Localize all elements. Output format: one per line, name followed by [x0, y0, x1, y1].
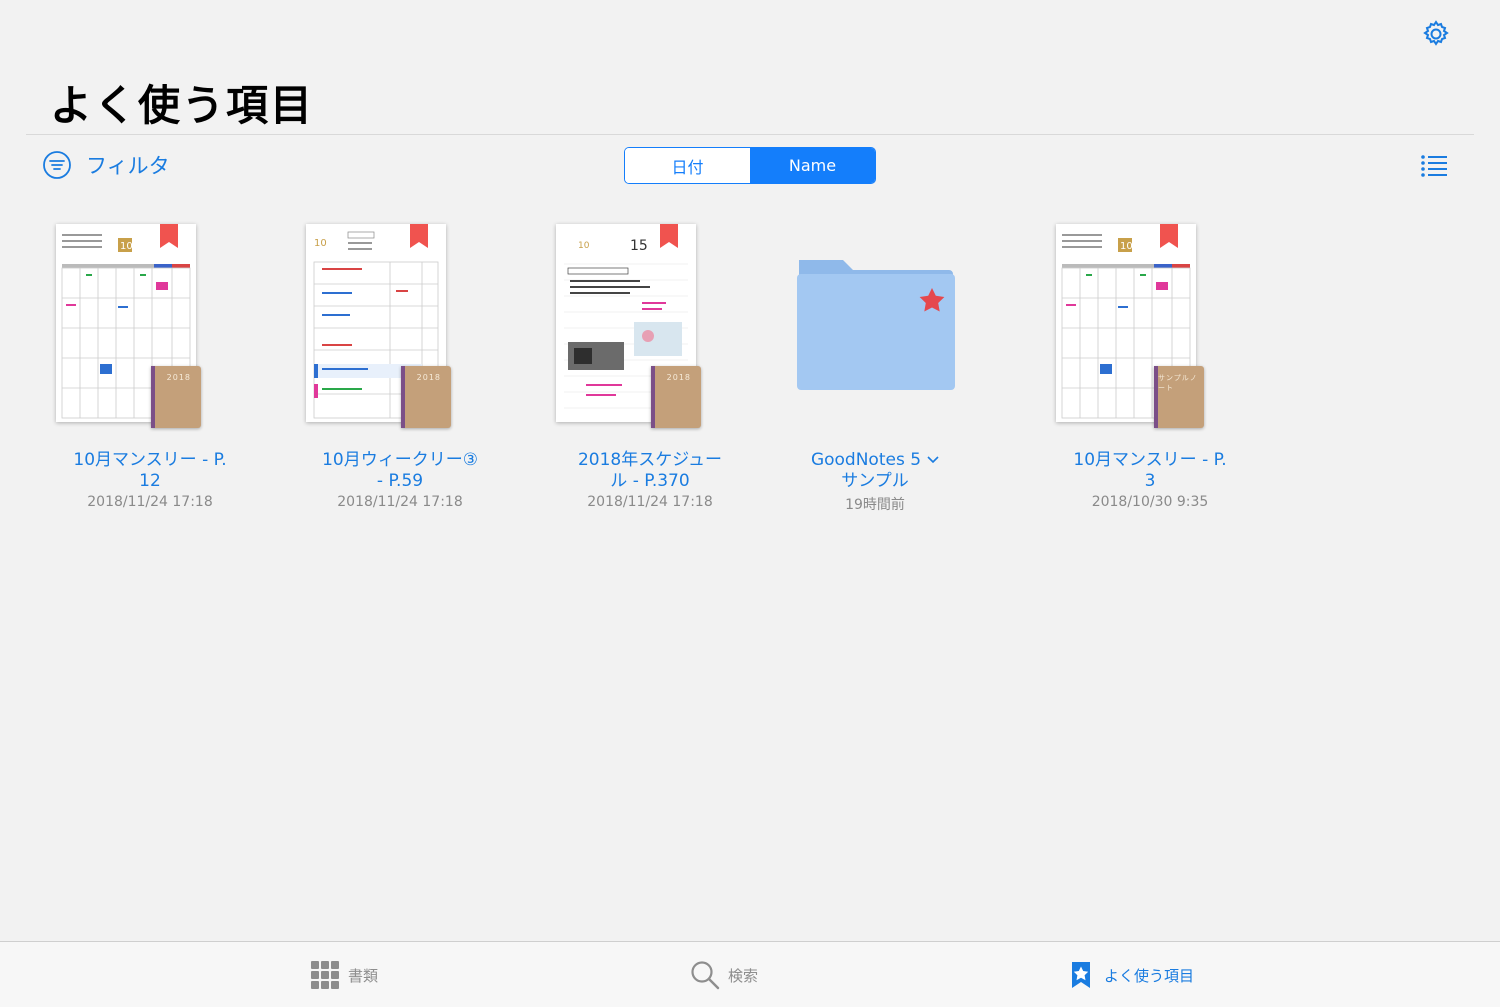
item-title: 10月マンスリー - P. 12 [73, 450, 227, 491]
filter-icon [43, 151, 71, 179]
cover-label: 2018 [166, 373, 191, 382]
filter-button[interactable]: フィルタ [42, 148, 170, 182]
notebook-cover: 2018 [401, 366, 451, 428]
svg-text:15: 15 [630, 238, 648, 254]
sort-by-date-segment[interactable]: 日付 [625, 148, 750, 183]
bookmark-ribbon-icon [160, 224, 178, 248]
search-icon [691, 961, 720, 990]
notebook-thumbnail: 10 15 2018 [550, 218, 750, 433]
tab-label: よく使う項目 [1104, 966, 1195, 985]
list-view-icon[interactable] [1420, 153, 1448, 179]
notebook-cover: サンプルノート [1154, 366, 1204, 428]
grid-icon [311, 961, 339, 989]
tab-search[interactable]: 検索 [690, 960, 758, 990]
page-title: よく使う項目 [50, 81, 315, 130]
cover-label: 2018 [666, 373, 691, 382]
item-title: 10月マンスリー - P. 3 [1073, 450, 1227, 491]
bookmark-ribbon-icon [1160, 224, 1178, 248]
item-date: 2018/11/24 17:18 [587, 494, 713, 510]
cover-label: サンプルノート [1158, 374, 1198, 392]
notebook-item[interactable]: 10 15 2018 2018年スケジュー ル - P.370 2018/11/… [550, 218, 750, 518]
tab-bar: 書類 検索 よく使う項目 [0, 941, 1500, 1007]
notebook-cover: 2018 [151, 366, 201, 428]
item-date: 2018/11/24 17:18 [87, 494, 213, 510]
svg-text:10: 10 [1120, 241, 1133, 252]
notebook-item[interactable]: 10 サンプルノート 10月マンスリー - P. 3 2018/10/30 9:… [1050, 218, 1250, 518]
tab-documents[interactable]: 書類 [310, 960, 378, 990]
chevron-down-icon[interactable] [927, 456, 939, 464]
svg-text:10: 10 [314, 238, 327, 249]
notebook-thumbnail: 10 2018 [300, 218, 500, 433]
item-title: GoodNotes 5 サンプル [750, 450, 1000, 492]
notebook-thumbnail: 10 2018 [50, 218, 250, 433]
tab-favorites[interactable]: よく使う項目 [1066, 960, 1194, 990]
notebook-thumbnail: 10 サンプルノート [1050, 218, 1250, 433]
notebook-item[interactable]: 10 2018 10月ウィークリー③ - P.59 2018/11/24 17:… [300, 218, 500, 518]
bookmark-ribbon-icon [660, 224, 678, 248]
item-title: 2018年スケジュール - P.370 [577, 450, 723, 491]
filter-label: フィルタ [86, 154, 170, 178]
cover-label: 2018 [416, 373, 441, 382]
notebook-item[interactable]: 10 2018 10月マンスリー - P. 12 2018/11/24 17:1… [50, 218, 250, 518]
folder-icon [797, 260, 955, 390]
bookmark-ribbon-icon [410, 224, 428, 248]
gear-icon[interactable] [1420, 18, 1452, 50]
item-date: 2018/11/24 17:18 [337, 494, 463, 510]
sort-segmented-control: 日付 Name [624, 147, 876, 184]
tab-label: 書類 [348, 966, 379, 985]
svg-text:10: 10 [120, 241, 133, 252]
item-date: 2018/10/30 9:35 [1091, 494, 1209, 510]
notebook-cover: 2018 [651, 366, 701, 428]
sort-by-name-segment[interactable]: Name [750, 148, 875, 183]
svg-text:10: 10 [578, 241, 590, 251]
item-title: 10月ウィークリー③ - P.59 [322, 450, 478, 491]
header-divider [26, 134, 1474, 135]
item-date: 19時間前 [845, 497, 905, 513]
tab-label: 検索 [728, 966, 759, 985]
bookmark-star-icon [1072, 962, 1090, 988]
folder-item[interactable]: GoodNotes 5 サンプル 19時間前 [750, 218, 955, 518]
